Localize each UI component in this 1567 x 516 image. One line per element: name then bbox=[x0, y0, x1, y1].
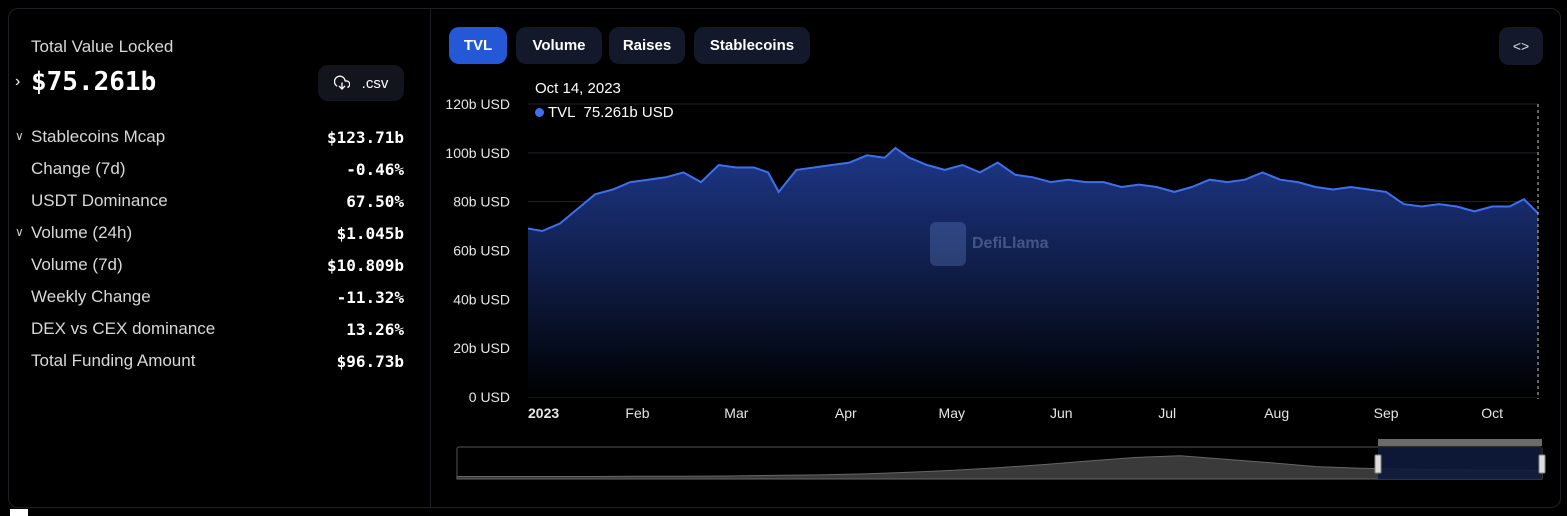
code-brackets-icon[interactable]: <> bbox=[1499, 27, 1543, 65]
tvl-label: Total Value Locked bbox=[31, 37, 174, 56]
defillama-logo-icon bbox=[930, 222, 966, 266]
stat-value: -11.32% bbox=[336, 287, 404, 307]
x-tick-label: Apr bbox=[835, 405, 857, 421]
stat-row: DEX vs CEX dominance 13.26% bbox=[31, 317, 404, 341]
y-tick-label: 60b USD bbox=[453, 243, 510, 259]
stat-label: DEX vs CEX dominance bbox=[31, 319, 216, 338]
tab-tvl[interactable]: TVL bbox=[449, 27, 507, 64]
stats-panel: Total Value Locked › $75.261b .csv ∨ Stab… bbox=[9, 9, 431, 507]
stat-value: $123.71b bbox=[326, 127, 404, 147]
y-tick-label: 80b USD bbox=[453, 194, 510, 210]
stat-row[interactable]: ∨ Stablecoins Mcap $123.71b bbox=[15, 125, 404, 149]
tab-stablecoins[interactable]: Stablecoins bbox=[694, 27, 810, 64]
watermark: DefiLlama bbox=[930, 222, 1048, 266]
tooltip-series-value: 75.261b USD bbox=[583, 104, 674, 121]
y-tick-label: 20b USD bbox=[453, 340, 510, 356]
stat-value: -0.46% bbox=[346, 159, 404, 179]
x-tick-label: Feb bbox=[625, 405, 649, 421]
stat-label: Stablecoins Mcap bbox=[31, 127, 166, 146]
stat-row: Weekly Change -11.32% bbox=[31, 285, 404, 309]
x-tick-label: Jun bbox=[1050, 405, 1073, 421]
range-minimap[interactable] bbox=[448, 430, 1548, 482]
download-csv-button[interactable]: .csv bbox=[318, 65, 404, 101]
x-tick-label: Aug bbox=[1264, 405, 1289, 421]
x-tick-label: May bbox=[939, 405, 965, 421]
x-tick-label: Sep bbox=[1374, 405, 1399, 421]
chevron-down-icon[interactable]: ∨ bbox=[15, 225, 27, 239]
stat-value: $1.045b bbox=[336, 223, 404, 243]
stat-value: $96.73b bbox=[336, 351, 404, 371]
stat-label: USDT Dominance bbox=[31, 191, 168, 210]
stat-row: Change (7d) -0.46% bbox=[31, 157, 404, 181]
stat-row[interactable]: ∨ Volume (24h) $1.045b bbox=[15, 221, 404, 245]
y-tick-label: 100b USD bbox=[445, 145, 510, 161]
minimap-drag-bar[interactable] bbox=[1378, 439, 1542, 446]
tooltip-series-label: TVL bbox=[548, 104, 576, 121]
stat-value: 13.26% bbox=[346, 319, 404, 339]
stat-label: Change (7d) bbox=[31, 159, 126, 178]
x-tick-label: Oct bbox=[1481, 405, 1503, 421]
y-tick-label: 120b USD bbox=[445, 96, 510, 112]
minimap-handle-right[interactable] bbox=[1538, 454, 1546, 474]
tooltip-date: Oct 14, 2023 bbox=[535, 80, 621, 97]
download-cloud-icon bbox=[333, 75, 350, 90]
y-tick-label: 0 USD bbox=[469, 389, 510, 405]
x-tick-label: 2023 bbox=[528, 405, 559, 421]
x-tick-label: Jul bbox=[1158, 405, 1176, 421]
watermark-text: DefiLlama bbox=[972, 235, 1049, 252]
tooltip-series: TVL 75.261b USD bbox=[535, 104, 674, 121]
tab-raises[interactable]: Raises bbox=[609, 27, 685, 64]
stat-row: USDT Dominance 67.50% bbox=[31, 189, 404, 213]
stat-value: 67.50% bbox=[346, 191, 404, 211]
tvl-area bbox=[528, 148, 1538, 397]
stat-label: Volume (7d) bbox=[31, 255, 123, 274]
stat-label: Total Funding Amount bbox=[31, 351, 196, 370]
stat-row: Total Funding Amount $96.73b bbox=[31, 349, 404, 373]
csv-label: .csv bbox=[361, 74, 389, 92]
chevron-right-icon[interactable]: › bbox=[15, 73, 20, 91]
y-tick-label: 40b USD bbox=[453, 291, 510, 307]
chevron-down-icon[interactable]: ∨ bbox=[15, 129, 27, 143]
tvl-value: $75.261b bbox=[31, 67, 157, 97]
stat-label: Volume (24h) bbox=[31, 223, 133, 242]
minimap-handle-left[interactable] bbox=[1374, 454, 1382, 474]
stat-row: Volume (7d) $10.809b bbox=[31, 253, 404, 277]
scroll-indicator bbox=[10, 509, 28, 516]
x-tick-label: Mar bbox=[724, 405, 748, 421]
minimap-selection[interactable] bbox=[1378, 447, 1542, 479]
stat-value: $10.809b bbox=[326, 255, 404, 275]
stat-label: Weekly Change bbox=[31, 287, 151, 306]
series-dot bbox=[535, 108, 544, 117]
tab-volume[interactable]: Volume bbox=[516, 27, 602, 64]
